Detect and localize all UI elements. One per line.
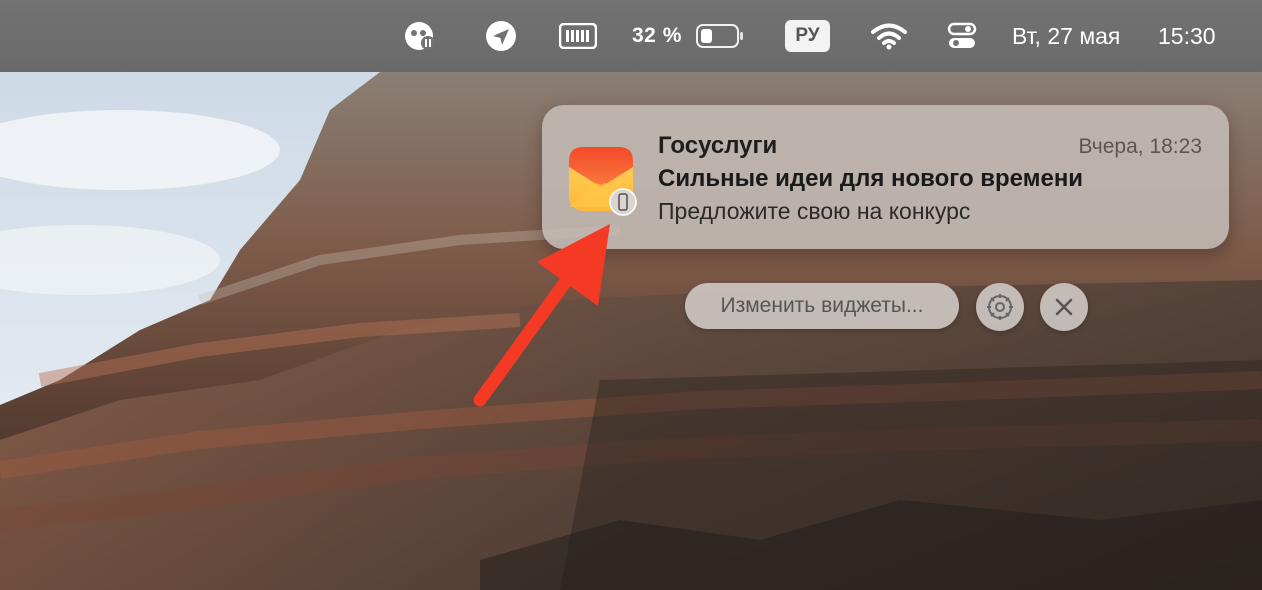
location-arrow-icon[interactable] — [482, 0, 520, 72]
widget-settings-button[interactable] — [976, 283, 1024, 331]
wifi-icon[interactable] — [870, 0, 908, 72]
input-language-badge[interactable]: РУ — [785, 20, 830, 52]
game-controller-icon[interactable] — [400, 0, 440, 72]
menubar-time[interactable]: 15:30 — [1158, 0, 1216, 72]
notification-time: Вчера, 18:23 — [1078, 135, 1202, 158]
menubar-date[interactable]: Вт, 27 мая — [1012, 0, 1120, 72]
notification-card[interactable]: Госуслуги Вчера, 18:23 Сильные идеи для … — [542, 105, 1229, 249]
notification-subject: Сильные идеи для нового времени — [658, 165, 1084, 192]
battery-icon[interactable] — [696, 0, 744, 72]
battery-fill — [701, 29, 712, 43]
control-center-icon[interactable] — [944, 0, 980, 72]
notification-body: Предложите свою на конкурс — [658, 198, 971, 224]
barcode-icon[interactable] — [558, 0, 598, 72]
gear-icon — [987, 294, 1013, 320]
battery-percent: 32 % — [632, 24, 682, 47]
close-notifications-button[interactable] — [1040, 283, 1088, 331]
notification-app-name: Госуслуги — [658, 132, 778, 159]
close-icon — [1055, 298, 1073, 316]
phone-icon — [609, 188, 637, 216]
menu-bar: 32 % РУ Вт, 27 мая 15:30 — [0, 0, 1262, 72]
edit-widgets-button[interactable]: Изменить виджеты... — [685, 283, 959, 329]
